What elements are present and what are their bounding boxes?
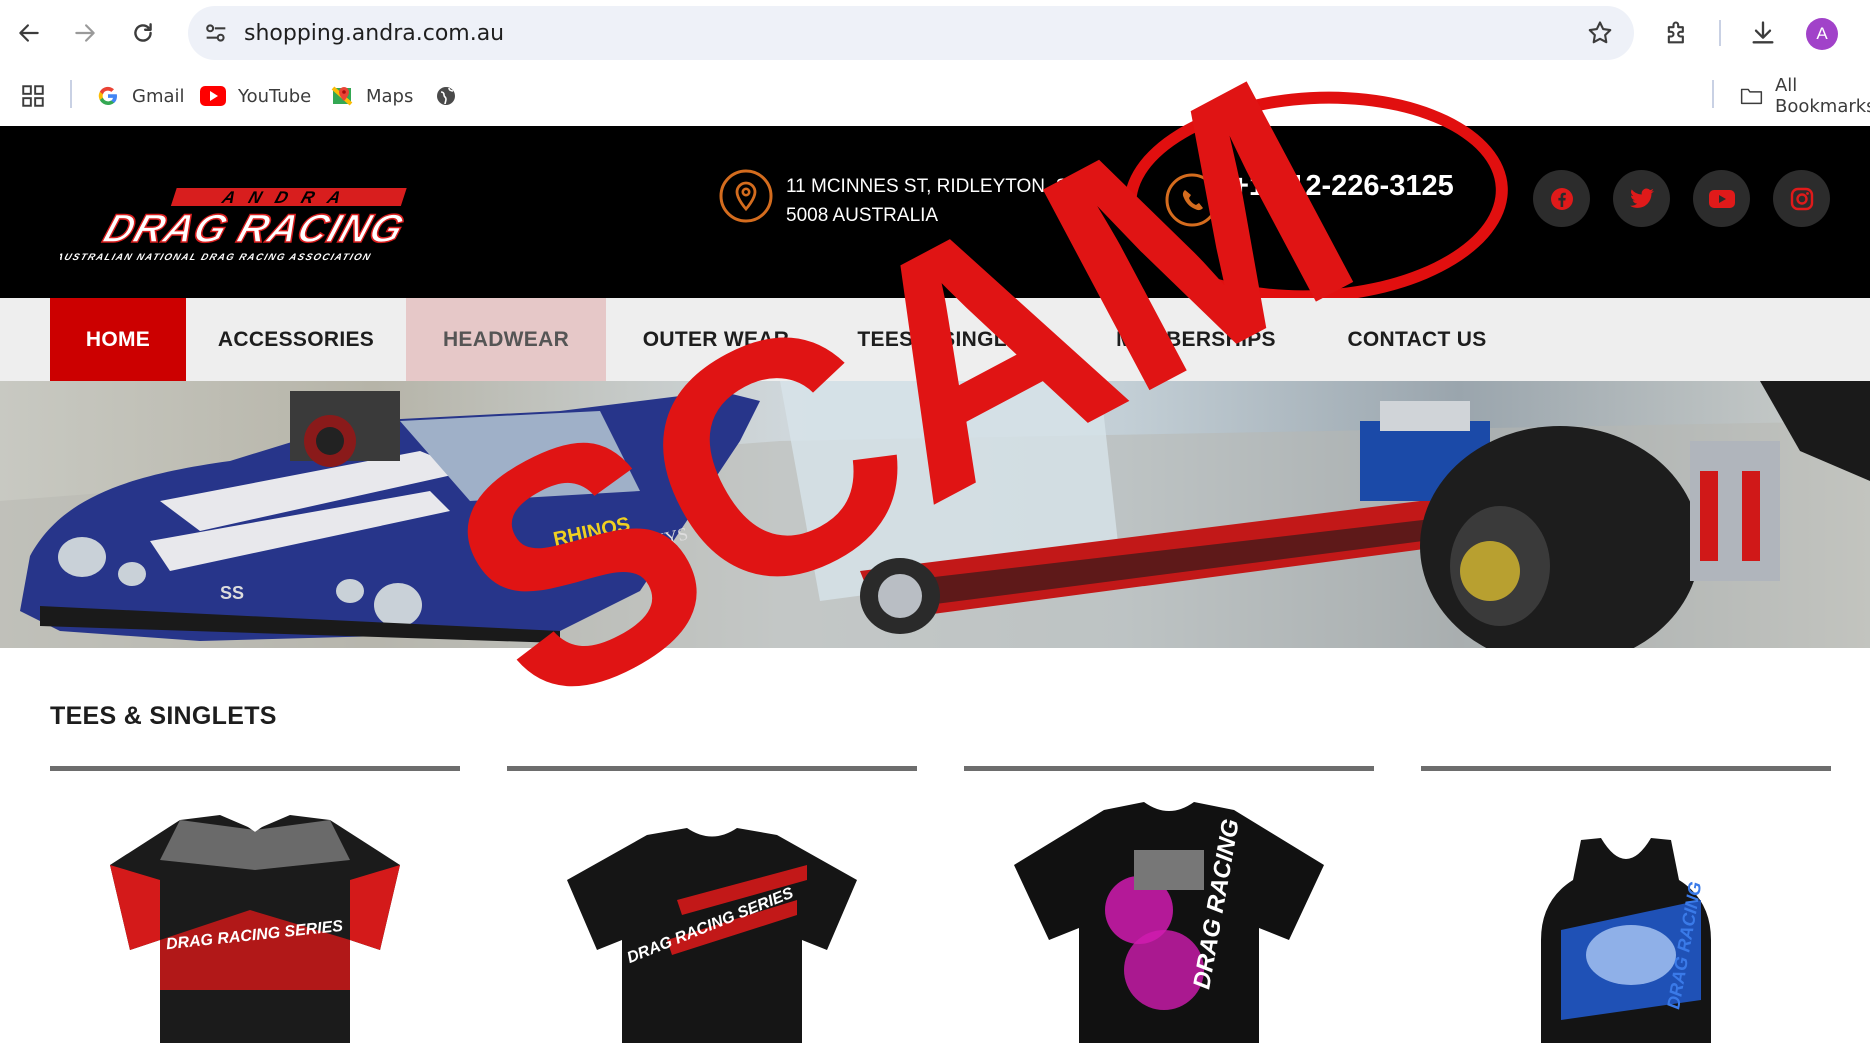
bookmark-label: Gmail <box>132 85 185 107</box>
twitter-icon <box>1629 188 1654 208</box>
hero-ss-badge: SS <box>220 583 244 603</box>
bookmark-label: Maps <box>366 85 414 107</box>
product-image: DRAG RACING SERIES <box>110 814 400 1043</box>
product-divider <box>964 766 1374 771</box>
bookmarks-divider <box>70 80 72 108</box>
product-divider <box>1421 766 1831 771</box>
product-image: DRAG RACING SERIES <box>567 828 857 1043</box>
forward-button[interactable] <box>66 14 104 52</box>
menu-home[interactable]: HOME <box>50 298 186 381</box>
site-info-icon[interactable] <box>202 19 230 52</box>
google-icon <box>98 86 118 106</box>
back-arrow-icon <box>19 24 39 42</box>
section-title: TEES & SINGLETS <box>50 702 277 730</box>
menu-outer-wear[interactable]: OUTER WEAR <box>606 298 826 381</box>
bookmarks-divider-right <box>1712 80 1714 108</box>
bookmark-star-icon[interactable] <box>1586 19 1614 52</box>
youtube-button[interactable] <box>1693 170 1750 227</box>
product-divider <box>50 766 460 771</box>
forward-arrow-icon <box>75 24 95 42</box>
browser-toolbar: shopping.andra.com.au A <box>0 0 1870 68</box>
reload-icon <box>134 23 152 42</box>
apps-grid-icon[interactable] <box>20 78 58 114</box>
maps-pin-icon <box>331 86 353 106</box>
menu-memberships[interactable]: MEMBERSHIPS <box>1080 298 1312 381</box>
logo-main-text: DRAG RACING <box>98 206 410 251</box>
product-card-polo[interactable]: DRAG RACING SERIES <box>50 790 460 1043</box>
bookmark-maps[interactable]: Maps <box>330 78 413 114</box>
location-pin-icon <box>718 168 774 229</box>
menu-tees-singlets[interactable]: TEES & SINGLETS <box>826 298 1080 381</box>
downloads-icon[interactable] <box>1744 14 1782 52</box>
toolbar-divider <box>1719 20 1721 46</box>
facebook-icon <box>1550 187 1573 210</box>
andra-drag-racing-logo[interactable]: ANDRA DRAG RACING AUSTRALIAN NATIONAL DR… <box>53 184 440 264</box>
youtube-icon <box>1708 189 1735 208</box>
bookmark-youtube[interactable]: YouTube <box>200 78 311 114</box>
profile-avatar[interactable]: A <box>1806 18 1838 50</box>
back-button[interactable] <box>10 14 48 52</box>
product-card-tee-pink[interactable]: DRAG RACING <box>964 790 1374 1043</box>
all-bookmarks-folder[interactable]: All Bookmarks <box>1740 75 1870 117</box>
product-image: DRAG RACING <box>1541 838 1711 1043</box>
facebook-button[interactable] <box>1533 170 1590 227</box>
logo-andra-text: ANDRA <box>219 187 358 206</box>
menu-accessories[interactable]: ACCESSORIES <box>186 298 406 381</box>
globe-icon <box>437 87 455 105</box>
logo-sub-text: AUSTRALIAN NATIONAL DRAG RACING ASSOCIAT… <box>60 252 373 263</box>
url-text[interactable]: shopping.andra.com.au <box>244 21 504 46</box>
menu-headwear[interactable]: HEADWEAR <box>406 298 606 381</box>
instagram-icon <box>1790 187 1813 210</box>
address-bar[interactable]: shopping.andra.com.au <box>188 6 1634 60</box>
bookmarks-bar: Gmail YouTube Maps All Bookmarks <box>0 68 1870 126</box>
product-card-singlet[interactable]: DRAG RACING <box>1421 790 1831 1043</box>
youtube-logo-icon <box>200 86 226 106</box>
menu-contact-us[interactable]: CONTACT US <box>1312 298 1522 381</box>
instagram-button[interactable] <box>1773 170 1830 227</box>
product-image: DRAG RACING <box>1014 802 1324 1043</box>
drag-racing-cars-image: SS RHINOS BUSHYS <box>0 381 1870 648</box>
reload-button[interactable] <box>124 14 162 52</box>
product-card-tee-black[interactable]: DRAG RACING SERIES <box>507 790 917 1043</box>
main-menu: HOME ACCESSORIES HEADWEAR OUTER WEAR TEE… <box>0 298 1870 381</box>
extensions-icon[interactable] <box>1658 14 1696 52</box>
store-address: 11 MCINNES ST, RIDLEYTON, SA, 5008 AUSTR… <box>786 172 1106 230</box>
bookmark-label: YouTube <box>238 85 312 107</box>
address-line-1: 11 MCINNES ST, RIDLEYTON, SA, <box>786 176 1087 197</box>
all-bookmarks-label: All Bookmarks <box>1774 75 1870 117</box>
address-line-2: 5008 AUSTRALIA <box>786 205 939 226</box>
bookmark-web[interactable] <box>434 78 470 114</box>
bookmark-gmail[interactable]: Gmail <box>96 78 185 114</box>
folder-icon <box>1740 88 1763 105</box>
twitter-button[interactable] <box>1613 170 1670 227</box>
hero-banner: SS RHINOS BUSHYS <box>0 381 1870 648</box>
product-divider <box>507 766 917 771</box>
